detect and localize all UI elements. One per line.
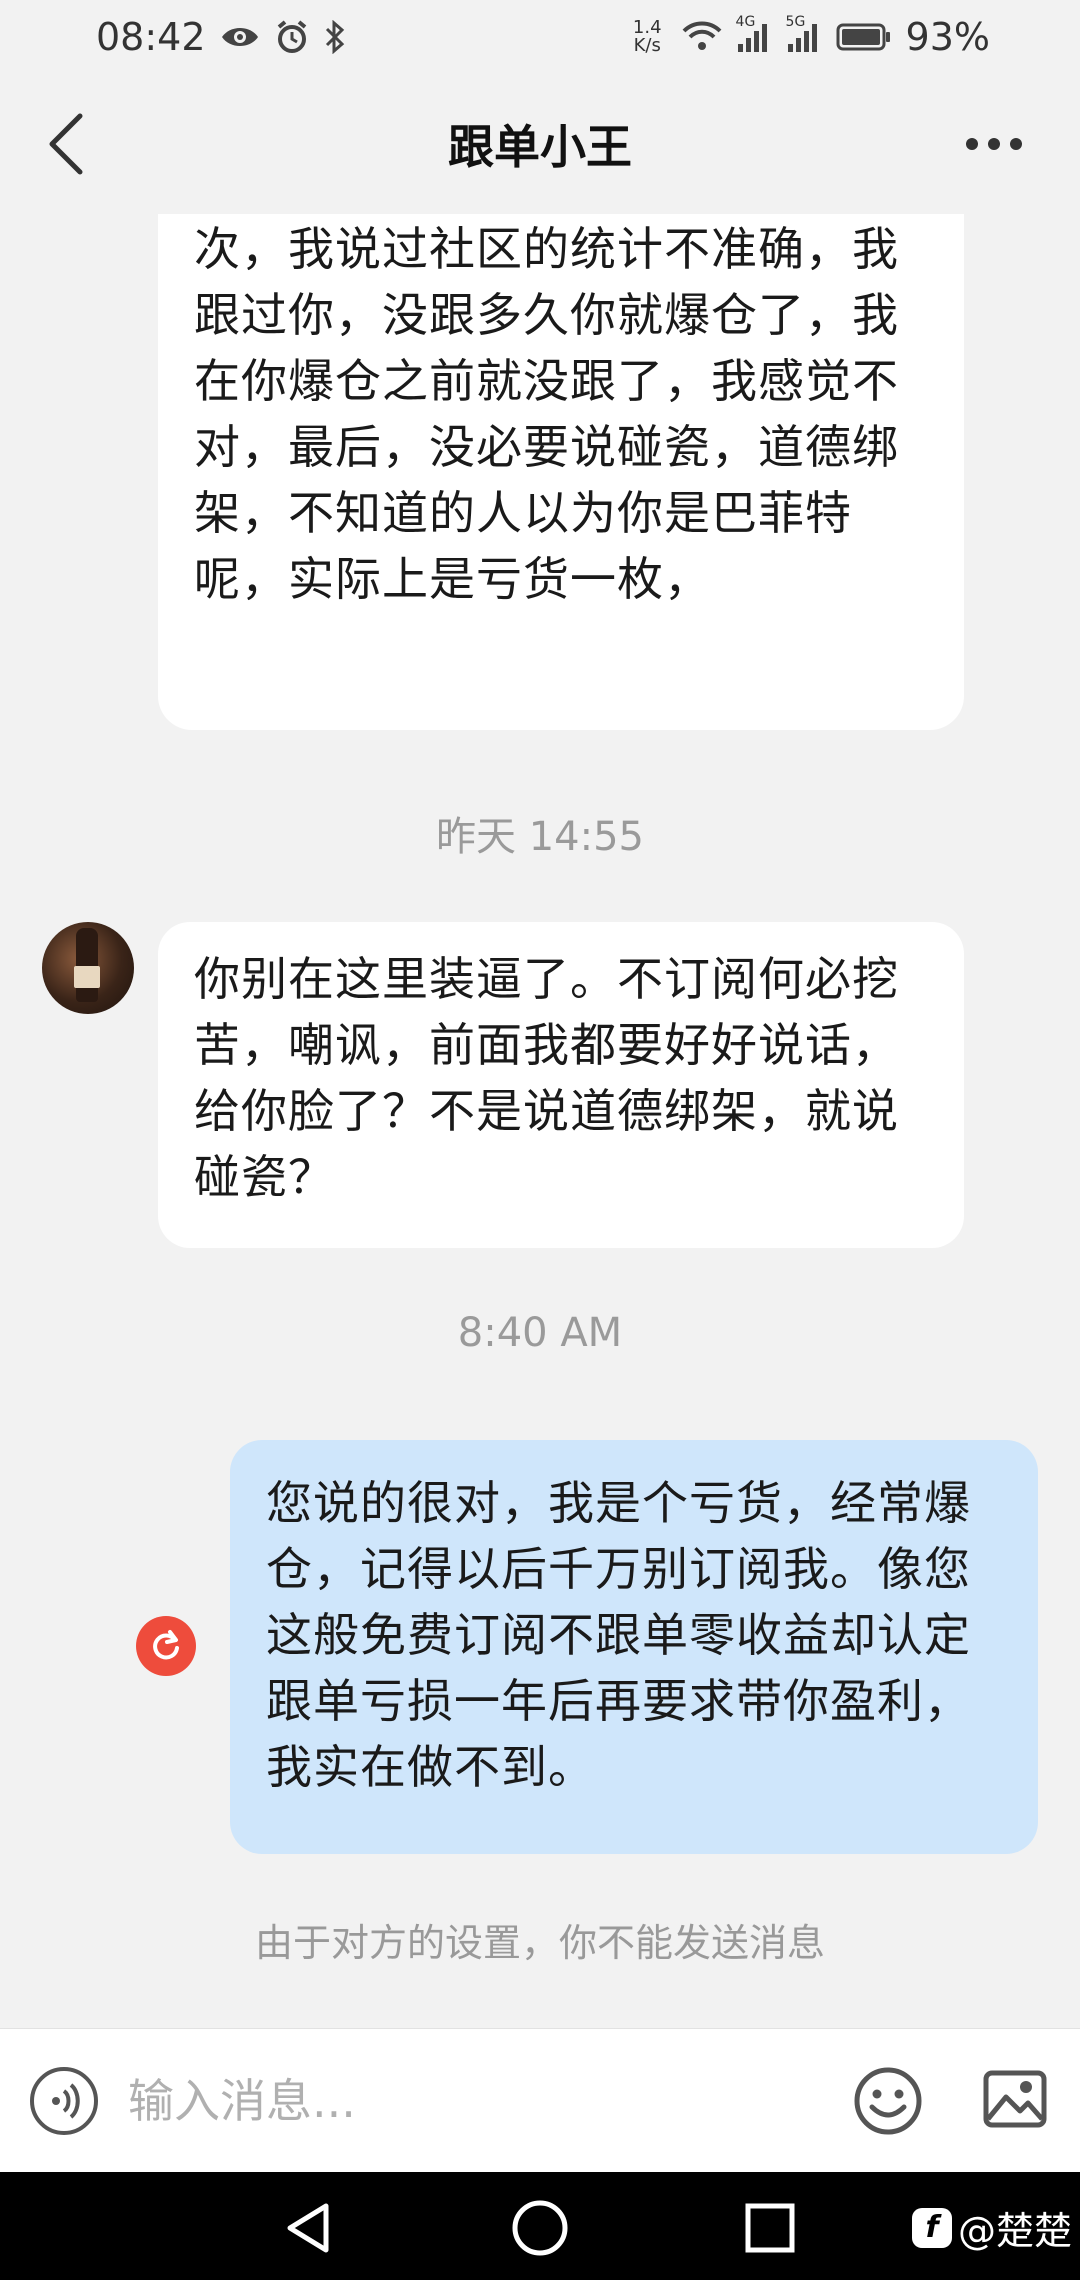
alarm-icon (274, 19, 310, 55)
nav-back-icon (287, 2203, 329, 2253)
status-bar: 08:42 1.4 K/s 4G 5G 93% (0, 0, 1080, 74)
more-icon-dot (988, 138, 1000, 150)
status-right: 1.4 K/s 4G 5G 93% (633, 14, 990, 59)
emoji-icon (854, 2067, 922, 2135)
battery-percent: 93% (905, 15, 990, 59)
chat-title: 跟单小王 (448, 120, 632, 174)
image-icon (983, 2070, 1047, 2128)
message-input[interactable] (128, 2065, 828, 2137)
status-time: 08:42 (96, 15, 206, 59)
net-speed-unit: K/s (633, 35, 661, 56)
status-left: 08:42 (96, 15, 346, 59)
nav-back-button[interactable] (278, 2198, 338, 2258)
nav-home-icon (512, 2200, 568, 2256)
avatar-bottle-label (74, 966, 100, 988)
voice-button[interactable] (30, 2067, 98, 2135)
net-speed: 1.4 K/s (633, 19, 662, 55)
back-arrow-icon (49, 113, 83, 175)
signal-5g-icon: 5G (786, 14, 822, 52)
input-bar (0, 2028, 1080, 2172)
signal-4g-icon: 4G (736, 14, 772, 52)
message-timestamp: 8:40 AM (457, 1310, 623, 1356)
more-button[interactable] (944, 112, 1044, 176)
message-bubble-received[interactable]: 次，我说过社区的统计不准确，我跟过你，没跟多久你就爆仓了，我在你爆仓之前就没跟了… (158, 214, 964, 730)
more-icon (966, 138, 978, 150)
avatar-bottle (76, 928, 98, 1002)
message-bubble-received[interactable]: 你别在这里装逼了。不订阅何必挖苦，嘲讽，前面我都要好好说话，给你脸了？不是说道德… (158, 922, 964, 1248)
message-bubble-sent[interactable]: 您说的很对，我是个亏货，经常爆仓，记得以后千万别订阅我。像您这般免费订阅不跟单零… (230, 1440, 1038, 1854)
battery-icon (836, 22, 892, 52)
nav-recents-icon (745, 2203, 795, 2253)
back-button[interactable] (36, 112, 96, 176)
resend-icon (153, 1630, 179, 1660)
emoji-button[interactable] (852, 2065, 924, 2137)
signal-5g-label: 5G (785, 14, 806, 30)
system-nav-bar: f @楚楚 (0, 2172, 1080, 2280)
nav-recents-button[interactable] (740, 2198, 800, 2258)
chat-header: 跟单小王 (0, 74, 1080, 214)
nav-home-button[interactable] (510, 2198, 570, 2258)
watermark-logo-icon: f (911, 2207, 952, 2248)
voice-icon (52, 2083, 80, 2119)
image-button[interactable] (982, 2065, 1048, 2131)
wifi-icon (682, 21, 722, 53)
send-blocked-notice: 由于对方的设置，你不能发送消息 (254, 1921, 825, 1965)
bluetooth-icon (324, 20, 346, 54)
avatar[interactable] (42, 922, 134, 1014)
signal-4g-label: 4G (735, 14, 756, 30)
message-list[interactable]: 次，我说过社区的统计不准确，我跟过你，没跟多久你就爆仓了，我在你爆仓之前就没跟了… (0, 214, 1080, 2028)
watermark: f @楚楚 (911, 2200, 1072, 2255)
resend-button[interactable] (136, 1616, 196, 1676)
message-timestamp: 昨天 14:55 (436, 814, 644, 860)
eye-icon (220, 24, 260, 50)
watermark-text: @楚楚 (957, 2209, 1072, 2253)
more-icon-dot (1010, 138, 1022, 150)
